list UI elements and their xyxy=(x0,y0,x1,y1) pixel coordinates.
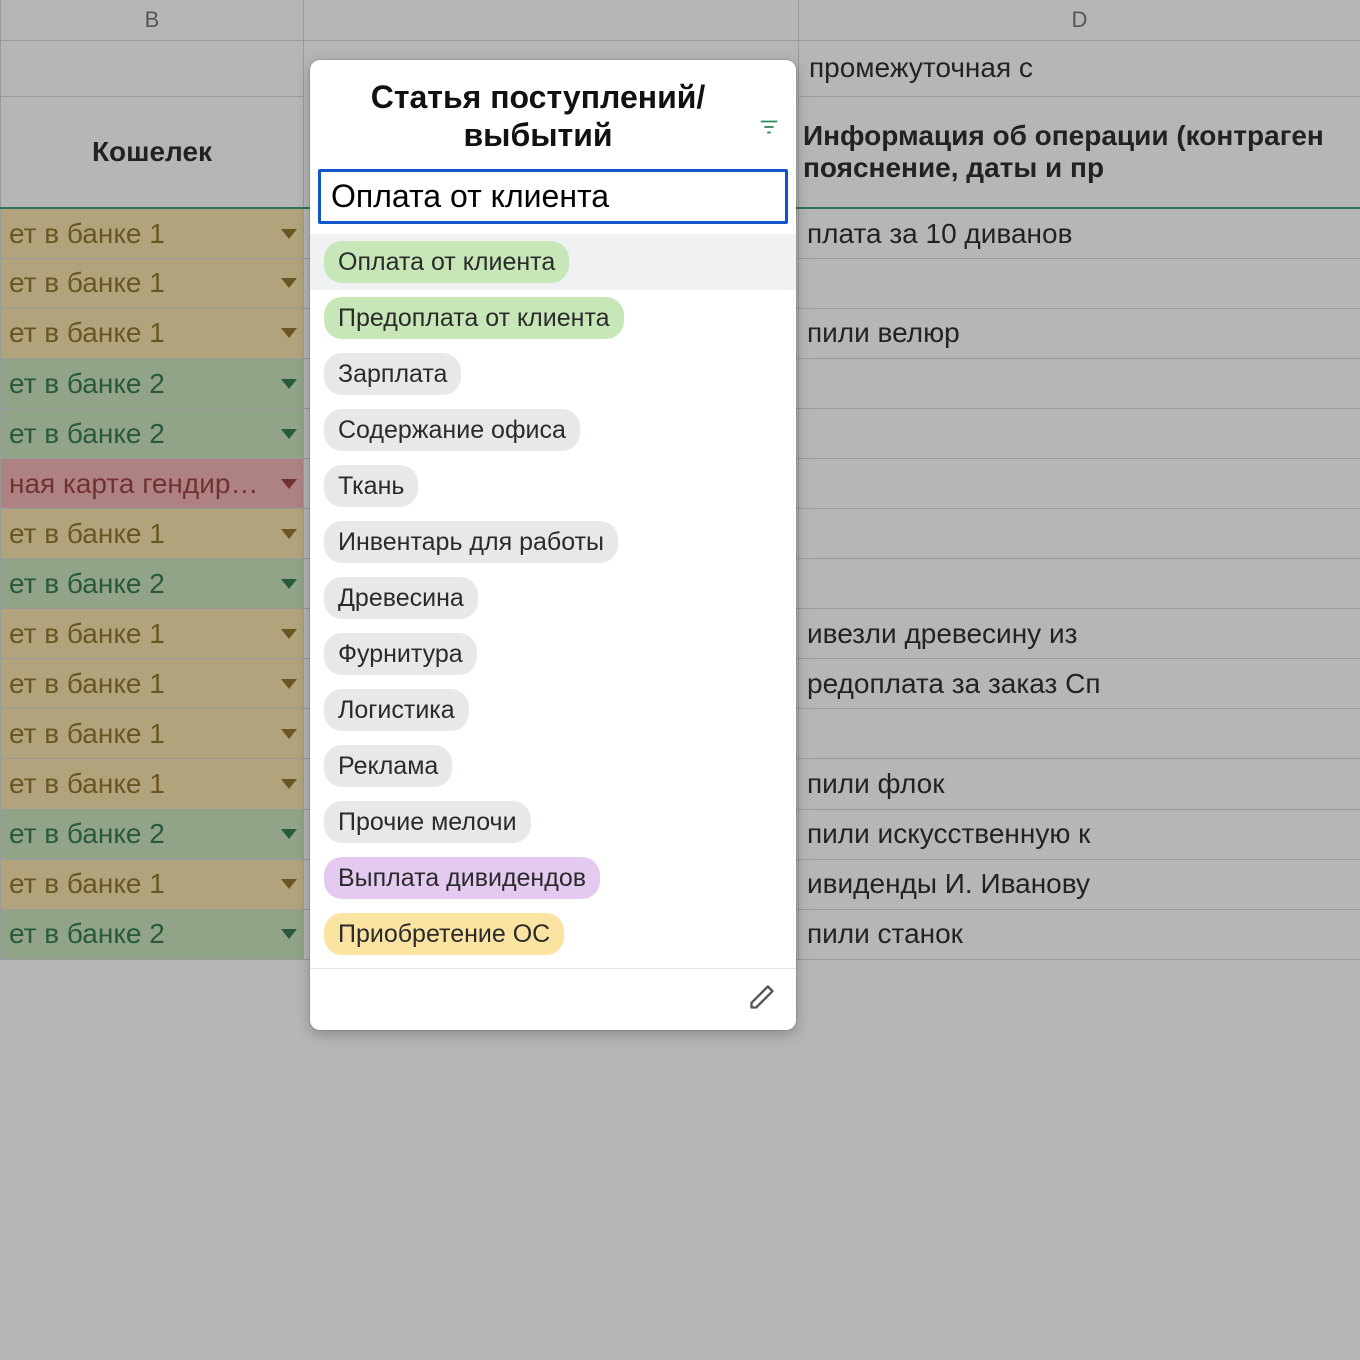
dropdown-options: Оплата от клиента Предоплата от клиента За… xyxy=(310,230,796,968)
dropdown-search-input[interactable] xyxy=(318,169,788,224)
option-chip: Ткань xyxy=(324,465,418,507)
popup-title-text: Статья поступлений/выбытий xyxy=(371,79,706,153)
option-chip: Выплата дивидендов xyxy=(324,857,600,899)
option-chip: Фурнитура xyxy=(324,633,477,675)
dropdown-option[interactable]: Фурнитура xyxy=(310,626,796,682)
dropdown-option[interactable]: Зарплата xyxy=(310,346,796,402)
dropdown-option[interactable]: Ткань xyxy=(310,458,796,514)
pencil-icon[interactable] xyxy=(748,983,776,1016)
dropdown-option[interactable]: Реклама xyxy=(310,738,796,794)
option-chip: Реклама xyxy=(324,745,452,787)
dropdown-option[interactable]: Приобретение ОС xyxy=(310,906,796,962)
dropdown-option[interactable]: Оплата от клиента xyxy=(310,234,796,290)
option-chip: Предоплата от клиента xyxy=(324,297,624,339)
filter-icon[interactable] xyxy=(758,108,780,146)
dropdown-option[interactable]: Древесина xyxy=(310,570,796,626)
dropdown-option[interactable]: Предоплата от клиента xyxy=(310,290,796,346)
option-chip: Прочие мелочи xyxy=(324,801,531,843)
option-chip: Оплата от клиента xyxy=(324,241,569,283)
popup-title: Статья поступлений/выбытий xyxy=(310,60,796,169)
option-chip: Приобретение ОС xyxy=(324,913,564,955)
dropdown-option[interactable]: Выплата дивидендов xyxy=(310,850,796,906)
option-chip: Зарплата xyxy=(324,353,461,395)
option-chip: Содержание офиса xyxy=(324,409,580,451)
dropdown-option[interactable]: Инвентарь для работы xyxy=(310,514,796,570)
option-chip: Древесина xyxy=(324,577,478,619)
option-chip: Инвентарь для работы xyxy=(324,521,618,563)
dropdown-option[interactable]: Содержание офиса xyxy=(310,402,796,458)
dropdown-option[interactable]: Прочие мелочи xyxy=(310,794,796,850)
dropdown-option[interactable]: Логистика xyxy=(310,682,796,738)
option-chip: Логистика xyxy=(324,689,469,731)
dropdown-popup: Статья поступлений/выбытий Оплата от кли… xyxy=(310,60,796,1030)
